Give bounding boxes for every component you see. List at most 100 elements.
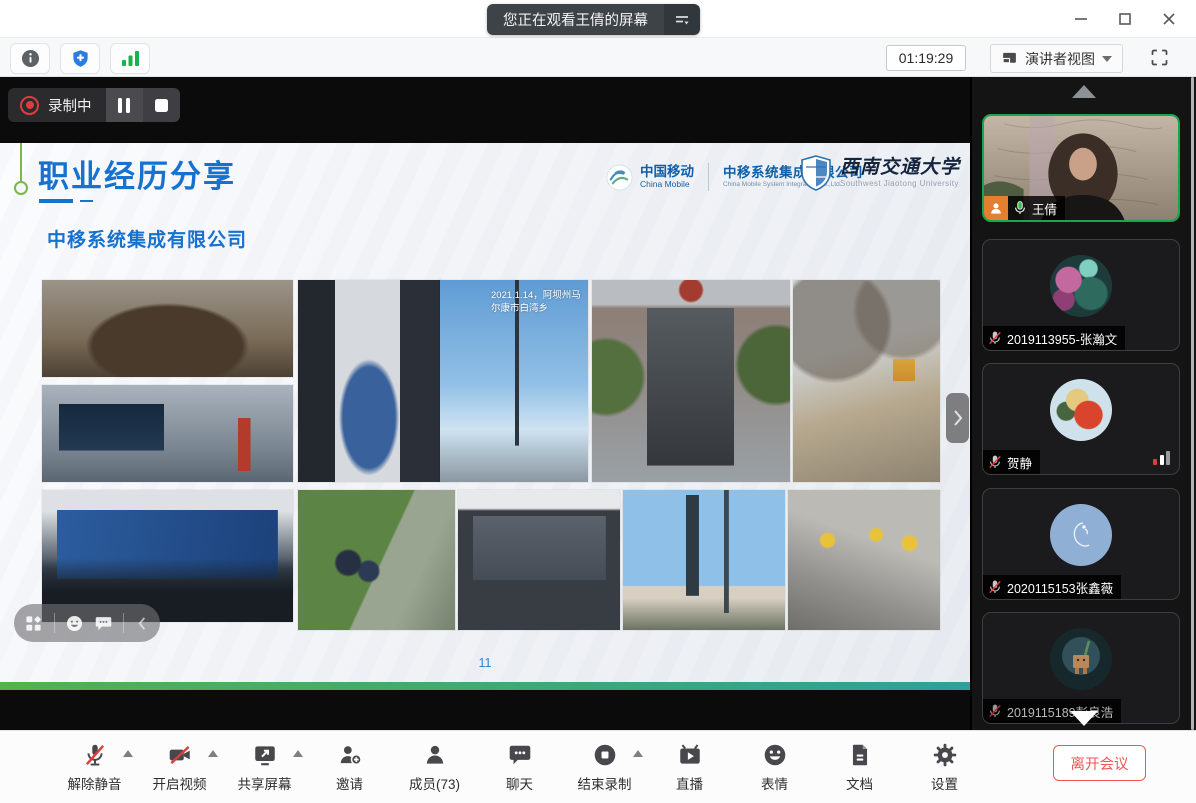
participant-tile-pénglianghao[interactable]: 2019115189彭良浩 [982, 612, 1180, 724]
stage-edge-expand-button[interactable] [946, 393, 969, 443]
grid-layout-icon [24, 614, 43, 633]
recording-label: 录制中 [48, 95, 92, 116]
toolbar-item-live[interactable]: 直播 [647, 741, 732, 793]
overlay-collapse-button[interactable] [135, 616, 150, 631]
leave-meeting-button[interactable]: 离开会议 [1053, 745, 1146, 781]
minimize-button[interactable] [1066, 5, 1096, 33]
participant-tile-zhangxinwei[interactable]: 2020115153张鑫薇 [982, 488, 1180, 600]
stop-recording-icon [592, 741, 618, 769]
mic-muted-icon [987, 330, 1003, 346]
signal-bars-icon [121, 50, 140, 67]
view-mode-label: 演讲者视图 [1025, 49, 1095, 69]
close-icon [1161, 11, 1177, 27]
mic-muted-icon [82, 741, 108, 769]
unmute-options-caret[interactable] [123, 750, 133, 757]
participant-name: 王倩 [1032, 199, 1057, 218]
photo-street-work [298, 490, 455, 630]
swjtu-emblem-icon [800, 155, 832, 191]
members-icon [422, 741, 448, 769]
toolbar-item-unmute[interactable]: 解除静音 [52, 741, 137, 793]
toolbar-item-start-video[interactable]: 开启视频 [137, 741, 222, 793]
meeting-info-button[interactable] [10, 43, 50, 74]
close-button[interactable] [1154, 5, 1184, 33]
topbar-left-buttons [10, 43, 150, 74]
photo-signal-tower [623, 490, 785, 630]
live-tv-icon [677, 741, 703, 769]
titlebar: 您正在观看王倩的屏幕 [0, 0, 1196, 38]
speaker-view-icon [1001, 50, 1018, 67]
sidebar-scrollbar[interactable] [1191, 77, 1194, 730]
participant-tile-zhanghanwen[interactable]: 2019113955-张瀚文 [982, 239, 1180, 351]
layout-grid-button[interactable] [24, 614, 43, 633]
minimize-icon [1073, 11, 1089, 27]
recording-options-caret[interactable] [633, 750, 643, 757]
avatar-sketch-icon [1061, 515, 1101, 555]
emoji-icon [762, 741, 788, 769]
chat-icon [507, 741, 533, 769]
share-screen-icon [252, 741, 278, 769]
recording-dot-icon [20, 96, 39, 115]
network-quality-button[interactable] [110, 43, 150, 74]
invite-icon [337, 741, 363, 769]
share-banner-menu-button[interactable] [664, 4, 700, 35]
stop-recording-button[interactable] [143, 88, 180, 122]
scroll-up-arrow[interactable] [1072, 85, 1096, 98]
hamburger-menu-icon [674, 13, 690, 27]
photo-field-site-sky: 2021.1.14，阿坝州马 尔康市白湾乡 [440, 280, 588, 482]
mic-muted-icon [987, 579, 1003, 595]
toolbar-item-emoji[interactable]: 表情 [732, 741, 817, 793]
participant-namebar: 贺静 [983, 450, 1040, 474]
participant-tile-hejing[interactable]: 贺静 [982, 363, 1180, 475]
mic-muted-icon [987, 454, 1003, 470]
photo-caption: 2021.1.14，阿坝州马 尔康市白湾乡 [491, 289, 583, 316]
slide-subtitle: 中移系统集成有限公司 [47, 225, 247, 252]
settings-gear-icon [932, 741, 958, 769]
pause-recording-button[interactable] [106, 88, 143, 122]
toolbar-item-share-screen[interactable]: 共享屏幕 [222, 741, 307, 793]
chevron-down-icon [1102, 56, 1112, 62]
avatar-box-robot-icon [1059, 637, 1103, 681]
share-banner: 您正在观看王倩的屏幕 [487, 4, 700, 35]
meeting-content: 职业经历分享 中移系统集成有限公司 中国移动 China Mobile [0, 77, 1196, 730]
photo-server-room [298, 280, 440, 482]
toolbar-item-chat[interactable]: 聊天 [477, 741, 562, 793]
fullscreen-button[interactable] [1144, 44, 1174, 71]
overlay-chat-button[interactable] [94, 614, 113, 633]
chevron-right-icon [952, 409, 964, 427]
mic-muted-icon [987, 703, 1003, 719]
china-mobile-en: China Mobile [640, 180, 694, 189]
meeting-timer: 01:19:29 [886, 45, 966, 71]
participant-tile-wangqian[interactable]: 王倩 [982, 114, 1180, 222]
toolbar-item-settings[interactable]: 设置 [902, 741, 987, 793]
toolbar-item-invite[interactable]: 邀请 [307, 741, 392, 793]
security-shield-button[interactable] [60, 43, 100, 74]
scroll-down-arrow[interactable] [1070, 711, 1098, 726]
participant-namebar: 王倩 [984, 196, 1065, 220]
avatar [1050, 504, 1112, 566]
bottom-toolbar: 解除静音 开启视频 [0, 730, 1196, 803]
overlay-separator [54, 613, 55, 633]
toolbar-item-docs[interactable]: 文档 [817, 741, 902, 793]
china-mobile-logo-icon [606, 164, 633, 191]
slide-accent-line [20, 143, 22, 181]
overlay-separator [123, 613, 124, 633]
overlay-emoji-button[interactable] [65, 614, 84, 633]
toolbar-item-members[interactable]: 成员(73) [392, 741, 477, 793]
mic-active-icon [1012, 200, 1028, 216]
participant-name: 2019113955-张瀚文 [1007, 329, 1117, 348]
swjtu-en: Southwest Jiaotong University [840, 179, 960, 188]
slide-accent-circle [14, 181, 28, 195]
china-mobile-cn: 中国移动 [640, 165, 694, 179]
video-options-caret[interactable] [208, 750, 218, 757]
meeting-topbar: 01:19:29 演讲者视图 [0, 38, 1196, 77]
slide-title-underline [39, 199, 73, 203]
maximize-icon [1117, 11, 1133, 27]
participants-sidebar: 王倩 2019113955-张瀚文 [970, 77, 1196, 730]
maximize-button[interactable] [1110, 5, 1140, 33]
person-icon [989, 201, 1003, 215]
toolbar-item-end-recording[interactable]: 结束录制 [562, 741, 647, 793]
share-options-caret[interactable] [293, 750, 303, 757]
meeting-app-window: 您正在观看王倩的屏幕 [0, 0, 1196, 803]
view-mode-button[interactable]: 演讲者视图 [990, 44, 1123, 73]
slide-title-underline-dash [80, 200, 93, 202]
